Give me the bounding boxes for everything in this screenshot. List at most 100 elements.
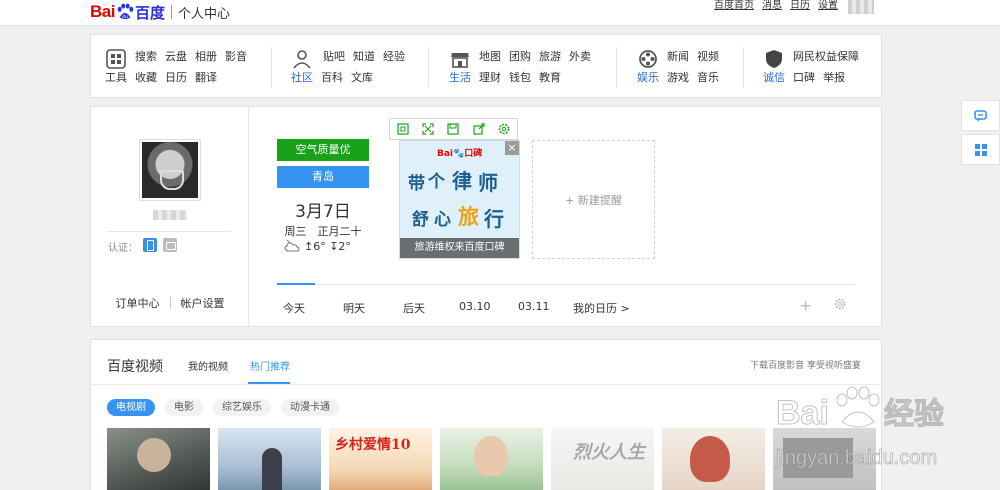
video-poster[interactable]	[107, 428, 210, 490]
tab-0311[interactable]: 03.11	[509, 300, 564, 316]
feedback-widget[interactable]	[961, 100, 1000, 131]
ad-close-button[interactable]: ×	[505, 141, 519, 155]
logo-bai-text: Bai	[90, 2, 115, 21]
koubei-ad-card[interactable]: Bai🐾口碑 带 个 律 师 舒 心 旅 行 旅游维权来百度口碑 ×	[399, 140, 520, 259]
tab-my-videos[interactable]: 我的视频	[188, 358, 228, 373]
grid-icon	[974, 143, 987, 156]
nav-item-rights-protection[interactable]: 网民权益保障	[793, 48, 873, 64]
order-center-link[interactable]: 订单中心	[106, 295, 170, 311]
profile-links: 订单中心 帐户设置	[91, 295, 249, 311]
nav-item-baike[interactable]: 百科	[321, 69, 351, 85]
download-player-link[interactable]: 下载百度影音 享受视听盛宴	[750, 358, 861, 371]
ad-caption: 旅游维权来百度口碑	[400, 238, 519, 258]
weather-city[interactable]: 青岛	[277, 166, 369, 188]
nav-item-jingyan[interactable]: 经验	[383, 48, 413, 64]
nav-item-groupbuy[interactable]: 团购	[509, 48, 539, 64]
jingyan-watermark: Bai 经验 jingyan.baidu.com	[775, 386, 945, 469]
main-panel: 认证： 订单中心 帐户设置 空气质量优 青岛 3月7日 周三 正月二十 ↥6° …	[90, 106, 882, 327]
video-panel-divider	[91, 384, 881, 385]
nav-item-search[interactable]: 搜索	[135, 48, 165, 64]
svg-text:du: du	[122, 14, 128, 20]
new-reminder-label: + 新建提醒	[565, 193, 622, 207]
pill-variety[interactable]: 综艺娱乐	[213, 399, 271, 416]
video-poster[interactable]	[218, 428, 321, 490]
link-calendar[interactable]: 日历	[790, 0, 810, 13]
my-calendar-link[interactable]: 我的日历 >	[564, 300, 644, 316]
temperature-range: ↥6° ↧2°	[304, 239, 351, 253]
tab-0310[interactable]: 03.10	[450, 300, 509, 316]
nav-item-takeout[interactable]: 外卖	[569, 48, 599, 64]
nav-item-life[interactable]: 生活	[449, 69, 479, 85]
day-tab-active-indicator	[277, 283, 315, 285]
day-tabs-line	[277, 284, 855, 285]
video-poster[interactable]: 烈火人生	[551, 428, 654, 490]
top-user-avatar[interactable]	[848, 0, 874, 14]
username-blurred[interactable]	[153, 210, 187, 220]
nav-item-integrity[interactable]: 诚信	[763, 69, 793, 85]
tab-today[interactable]: 今天	[277, 300, 335, 316]
apps-widget[interactable]	[961, 134, 1000, 165]
copy-icon[interactable]	[396, 122, 410, 136]
link-messages[interactable]: 消息	[762, 0, 782, 13]
nav-item-community[interactable]: 社区	[291, 69, 321, 85]
gear-icon[interactable]	[497, 122, 511, 136]
air-quality-badge[interactable]: 空气质量优	[277, 139, 369, 161]
nav-item-tieba[interactable]: 贴吧	[323, 48, 353, 64]
nav-item-media[interactable]: 影音	[225, 48, 255, 64]
avatar[interactable]	[139, 139, 201, 201]
save-icon[interactable]	[446, 122, 460, 136]
nav-item-travel[interactable]: 旅游	[539, 48, 569, 64]
nav-item-album[interactable]: 相册	[195, 48, 225, 64]
pill-anime[interactable]: 动漫卡通	[281, 399, 339, 416]
top-links: 百度首页 消息 日历 设置	[714, 0, 838, 13]
nav-item-cloud[interactable]: 云盘	[165, 48, 195, 64]
nav-item-music[interactable]: 音乐	[697, 69, 727, 85]
link-settings[interactable]: 设置	[818, 0, 838, 13]
pill-tv-series[interactable]: 电视剧	[107, 399, 155, 416]
chat-bubble-icon	[973, 109, 987, 122]
video-poster[interactable]	[440, 428, 543, 490]
nav-item-favorites[interactable]: 收藏	[135, 69, 165, 85]
profile-card: 认证： 订单中心 帐户设置	[91, 107, 249, 326]
pill-movies[interactable]: 电影	[165, 399, 203, 416]
nav-item-koubei[interactable]: 口碑	[793, 69, 823, 85]
baidu-logo[interactable]: Bai du 百度 个人中心	[90, 1, 230, 23]
phone-auth-icon[interactable]	[143, 238, 157, 252]
nav-group-life: 地图 团购 旅游 外卖 生活 理财 钱包 教育	[449, 45, 609, 89]
video-panel-title: 百度视频	[107, 359, 163, 375]
nav-item-finance[interactable]: 理财	[479, 69, 509, 85]
nav-item-wenku[interactable]: 文库	[351, 69, 381, 85]
video-poster[interactable]: 乡村爱情10	[329, 428, 432, 490]
nav-item-translate[interactable]: 翻译	[195, 69, 225, 85]
film-reel-icon	[639, 50, 657, 68]
nav-item-map[interactable]: 地图	[479, 48, 509, 64]
nav-item-entertainment[interactable]: 娱乐	[637, 69, 667, 85]
nav-separator	[743, 47, 744, 87]
tab-tomorrow[interactable]: 明天	[335, 300, 393, 316]
link-baidu-home[interactable]: 百度首页	[714, 0, 754, 13]
profile-divider	[107, 231, 231, 232]
tab-hot-recommend[interactable]: 热门推荐	[250, 358, 290, 373]
nav-item-zhidao[interactable]: 知道	[353, 48, 383, 64]
nav-item-video[interactable]: 视频	[697, 48, 727, 64]
calendar-gear-icon[interactable]	[833, 297, 847, 311]
nav-item-tools[interactable]: 工具	[105, 69, 135, 85]
mail-auth-icon[interactable]	[163, 238, 177, 252]
nav-separator	[428, 47, 429, 87]
video-poster[interactable]	[662, 428, 765, 490]
nav-item-education[interactable]: 教育	[539, 69, 569, 85]
nav-item-news[interactable]: 新闻	[667, 48, 697, 64]
tab-day-after[interactable]: 后天	[393, 300, 450, 316]
share-icon[interactable]	[472, 122, 486, 136]
nav-item-report[interactable]: 举报	[823, 69, 853, 85]
nav-group-community: 贴吧 知道 经验 社区 百科 文库	[291, 45, 421, 89]
date-display: 3月7日	[295, 202, 351, 222]
add-reminder-plus-icon[interactable]: +	[799, 296, 812, 315]
nav-item-games[interactable]: 游戏	[667, 69, 697, 85]
community-people-icon	[293, 50, 311, 69]
nav-item-calendar[interactable]: 日历	[165, 69, 195, 85]
expand-icon[interactable]	[421, 122, 435, 136]
account-settings-link[interactable]: 帐户设置	[171, 295, 235, 311]
nav-item-wallet[interactable]: 钱包	[509, 69, 539, 85]
new-reminder-button[interactable]: + 新建提醒	[532, 140, 655, 259]
